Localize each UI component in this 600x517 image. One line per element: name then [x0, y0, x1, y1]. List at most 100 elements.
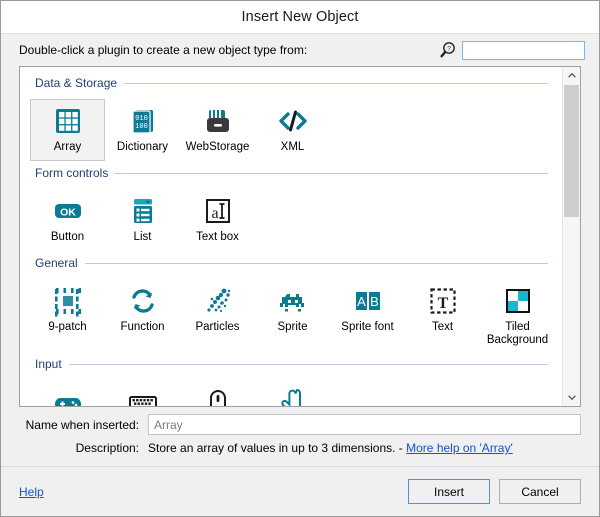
group-tiles	[20, 374, 562, 406]
plugin-tile[interactable]: Particles	[180, 279, 255, 352]
svg-text:B: B	[370, 294, 379, 309]
svg-text:T: T	[437, 295, 448, 312]
plugin-tile-label: Text	[431, 321, 454, 333]
plugin-tile-label: Function	[120, 321, 165, 333]
group-header: Form controls	[20, 163, 562, 183]
name-when-inserted-input[interactable]	[148, 414, 581, 435]
dialog-body: Double-click a plugin to create a new ob…	[1, 33, 599, 466]
plugin-tile[interactable]: WebStorage	[180, 99, 255, 161]
nine-patch-icon	[52, 285, 84, 321]
cancel-button[interactable]: Cancel	[499, 479, 581, 504]
touch-icon	[277, 386, 309, 406]
help-link[interactable]: Help	[19, 485, 44, 499]
dashed-t-icon: T	[427, 285, 459, 321]
plugin-group: Form controls OK Button List a Text box	[20, 163, 562, 251]
code-brackets-icon	[277, 105, 309, 141]
plugin-tile[interactable]: List	[105, 189, 180, 251]
plugin-tile[interactable]	[180, 380, 255, 406]
plugin-tile-label: Button	[50, 231, 85, 243]
group-header: General	[20, 253, 562, 273]
name-row: Name when inserted:	[19, 414, 581, 435]
prompt-row: Double-click a plugin to create a new ob…	[1, 34, 599, 66]
plugin-tile-label: 9-patch	[48, 321, 87, 333]
checker-tile-icon	[502, 285, 534, 321]
plugin-tile[interactable]: XML	[255, 99, 330, 161]
scroll-down-button[interactable]	[563, 389, 580, 406]
svg-text:100: 100	[135, 123, 148, 131]
svg-text:a: a	[211, 205, 218, 222]
plugin-tile[interactable]	[30, 380, 105, 406]
search-area: ?	[439, 40, 585, 60]
plugin-list-scrollport: Data & Storage Array 010 100 Dictionary WebSt…	[20, 67, 562, 406]
plugin-tile-label: WebStorage	[185, 141, 250, 153]
plugin-tile-label: Sprite	[277, 321, 308, 333]
group-divider	[115, 172, 548, 174]
plugin-tile[interactable]: A B Sprite font	[330, 279, 405, 352]
plugin-tile[interactable]: Sprite	[255, 279, 330, 352]
group-title: Input	[35, 357, 62, 371]
search-help-icon: ?	[439, 41, 457, 59]
plugin-tile[interactable]: T Text	[405, 279, 480, 352]
svg-text:A: A	[357, 294, 366, 309]
group-title: General	[35, 256, 78, 270]
text-cursor-icon: a	[202, 195, 234, 231]
group-divider	[84, 262, 548, 264]
plugin-tile[interactable]: a Text box	[180, 189, 255, 251]
plugin-tile-label: Array	[53, 141, 82, 153]
scrollbar-thumb[interactable]	[564, 85, 579, 217]
plugin-tile-label: Tiled Background	[486, 321, 549, 346]
dialog-footer: Help Insert Cancel	[1, 466, 599, 516]
group-tiles: OK Button List a Text box	[20, 183, 562, 251]
plugin-list-panel: Data & Storage Array 010 100 Dictionary WebSt…	[19, 66, 581, 407]
search-input[interactable]	[462, 40, 585, 60]
plugin-tile[interactable]: Array	[30, 99, 105, 161]
plugin-tile-label: Text box	[196, 231, 239, 243]
plugin-tile[interactable]: 9-patch	[30, 279, 105, 352]
plugin-group: General 9-patch Function Particles Sprite A B S…	[20, 253, 562, 352]
svg-text:OK: OK	[60, 206, 76, 218]
more-help-link[interactable]: More help on 'Array'	[406, 441, 513, 455]
plugin-tile[interactable]: Function	[105, 279, 180, 352]
plugin-tile[interactable]: OK Button	[30, 189, 105, 251]
description-label: Description:	[75, 441, 139, 455]
insert-new-object-dialog: Insert New Object Double-click a plugin …	[0, 0, 600, 517]
insert-button[interactable]: Insert	[408, 479, 490, 504]
dialog-title: Insert New Object	[241, 9, 359, 25]
list-dropdown-icon	[127, 195, 159, 231]
plugin-tile[interactable]	[255, 380, 330, 406]
books-binary-icon: 010 100	[127, 105, 159, 141]
particles-icon	[202, 285, 234, 321]
plugin-list-content: Data & Storage Array 010 100 Dictionary WebSt…	[20, 67, 562, 406]
group-divider	[124, 82, 548, 84]
prompt-text: Double-click a plugin to create a new ob…	[19, 43, 308, 57]
group-tiles: Array 010 100 Dictionary WebStorage XML	[20, 93, 562, 161]
group-header: Input	[20, 354, 562, 374]
scroll-up-button[interactable]	[563, 67, 580, 84]
plugin-tile[interactable]: 010 100 Dictionary	[105, 99, 180, 161]
plugin-tile-label: XML	[280, 141, 305, 153]
plugin-list-scrollbar[interactable]	[562, 67, 580, 406]
plugin-tile[interactable]: Tiled Background	[480, 279, 555, 352]
plugin-tile-label: Particles	[195, 321, 240, 333]
grid-icon	[52, 105, 84, 141]
group-title: Data & Storage	[35, 76, 118, 90]
plugin-tile-label: Sprite font	[341, 321, 394, 333]
ab-letters-icon: AB	[352, 285, 384, 321]
dialog-titlebar: Insert New Object	[1, 1, 599, 33]
svg-text:010: 010	[135, 115, 148, 123]
ok-button-icon: OK	[52, 195, 84, 231]
svg-text:?: ?	[447, 46, 451, 53]
group-divider	[68, 363, 548, 365]
mouse-icon	[202, 386, 234, 406]
gamepad-icon	[52, 386, 84, 406]
group-title: Form controls	[35, 166, 109, 180]
plugin-group: Input	[20, 354, 562, 406]
keyboard-icon	[127, 386, 159, 406]
description-row: Description: Store an array of values in…	[19, 441, 581, 455]
description-sentence: Store an array of values in up to 3 dime…	[148, 441, 407, 455]
plugin-tile-label: List	[133, 231, 152, 243]
plugin-tile[interactable]	[105, 380, 180, 406]
group-header: Data & Storage	[20, 73, 562, 93]
plugin-tile-label: Dictionary	[116, 141, 169, 153]
space-invader-icon	[277, 285, 309, 321]
